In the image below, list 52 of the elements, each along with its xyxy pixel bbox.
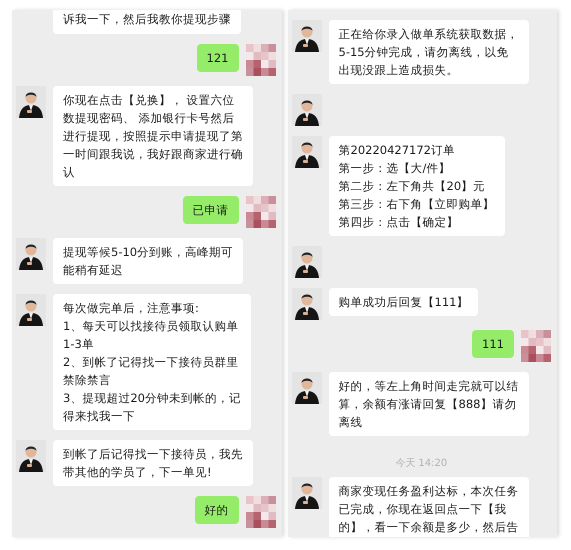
message-line: 5-15分钟完成，请勿离线，以免 — [338, 44, 510, 61]
message-line: 购单成功后回复【111】 — [338, 294, 468, 311]
message-line: 已完成，你现在返回点一下【我 — [338, 501, 508, 518]
message-line: 离线 — [338, 414, 364, 431]
message-line: 2、到帐了记得找一下接待员群里 — [63, 354, 240, 371]
message-line: 第二步：左下角共【20】元 — [338, 178, 486, 195]
person-avatar-icon — [292, 477, 322, 509]
message-line: 出现没跟上造成损失。 — [338, 62, 460, 79]
pixelated-avatar-icon — [521, 330, 551, 362]
message-line: 提现等候5-10分到账，高峰期可 — [63, 244, 234, 261]
message-line: 第三步：右下角【立即购单】 — [338, 196, 494, 213]
message-line: 算，余额有涨请回复【888】请勿 — [338, 396, 518, 413]
person-avatar-icon — [16, 294, 46, 326]
message-line: 3、提现超过20分钟未到帐的，记 — [63, 390, 241, 407]
message-line: 第一步：选【大/件】 — [338, 160, 452, 177]
message-line: 121 — [206, 50, 228, 67]
person-avatar-icon — [292, 288, 322, 320]
message-line: 好的 — [204, 502, 228, 519]
message-line: 好的，等左上角时间走完就可以结 — [338, 378, 518, 395]
message-line: 的】，看一下余额是多少，然后告 — [338, 519, 518, 536]
person-avatar-icon — [16, 238, 46, 270]
person-avatar-icon — [292, 20, 322, 52]
message-line: 正在给你录入做单系统获取数据， — [338, 26, 518, 43]
message-line: 得来找我一下 — [63, 408, 136, 425]
person-avatar-icon — [16, 86, 46, 118]
message-line: 1-3单 — [63, 336, 95, 353]
message-line: 你现在点击【兑换】， 设置六位 — [63, 92, 236, 109]
message-line: 到帐了后记得找一下接待员，我先 — [63, 446, 243, 463]
person-avatar-icon — [292, 94, 322, 126]
pixelated-avatar-icon — [246, 44, 276, 76]
person-avatar-icon — [292, 136, 322, 168]
person-avatar-icon — [292, 372, 322, 404]
timestamp: 今天 14:20 — [395, 457, 448, 470]
pixelated-avatar-icon — [246, 496, 276, 528]
message-line: 1、每天可以找接待员领取认购单 — [63, 318, 240, 335]
person-avatar-icon — [292, 246, 322, 278]
message-line: 数提现密码、 添加银行卡号然后 — [63, 110, 236, 127]
message-line: 每次做完单后，注意事项: — [63, 300, 200, 317]
message-line: 认 — [63, 164, 76, 181]
message-line: 已申请 — [192, 202, 228, 219]
pixelated-avatar-icon — [246, 196, 276, 228]
message-line: 进行提现，按照提示申请提现了第 — [63, 128, 243, 145]
message-line: 111 — [482, 336, 504, 353]
message-line: 第四步：点击【确定】 — [338, 214, 460, 231]
message-line: 商家变现任务盈利达标，本次任务 — [338, 483, 518, 500]
person-avatar-icon — [16, 440, 46, 472]
message-line: 一时间跟我说，我好跟商家进行确 — [63, 146, 243, 163]
message-line: 能稍有延迟 — [63, 262, 124, 279]
message-line: 带其他的学员了，下一单见! — [63, 464, 213, 481]
message-line: 诉我一下，然后我教你提现步骤 — [63, 11, 231, 28]
message-line: 禁除禁言 — [63, 372, 112, 389]
message-line: 第20220427172订单 — [338, 142, 456, 159]
